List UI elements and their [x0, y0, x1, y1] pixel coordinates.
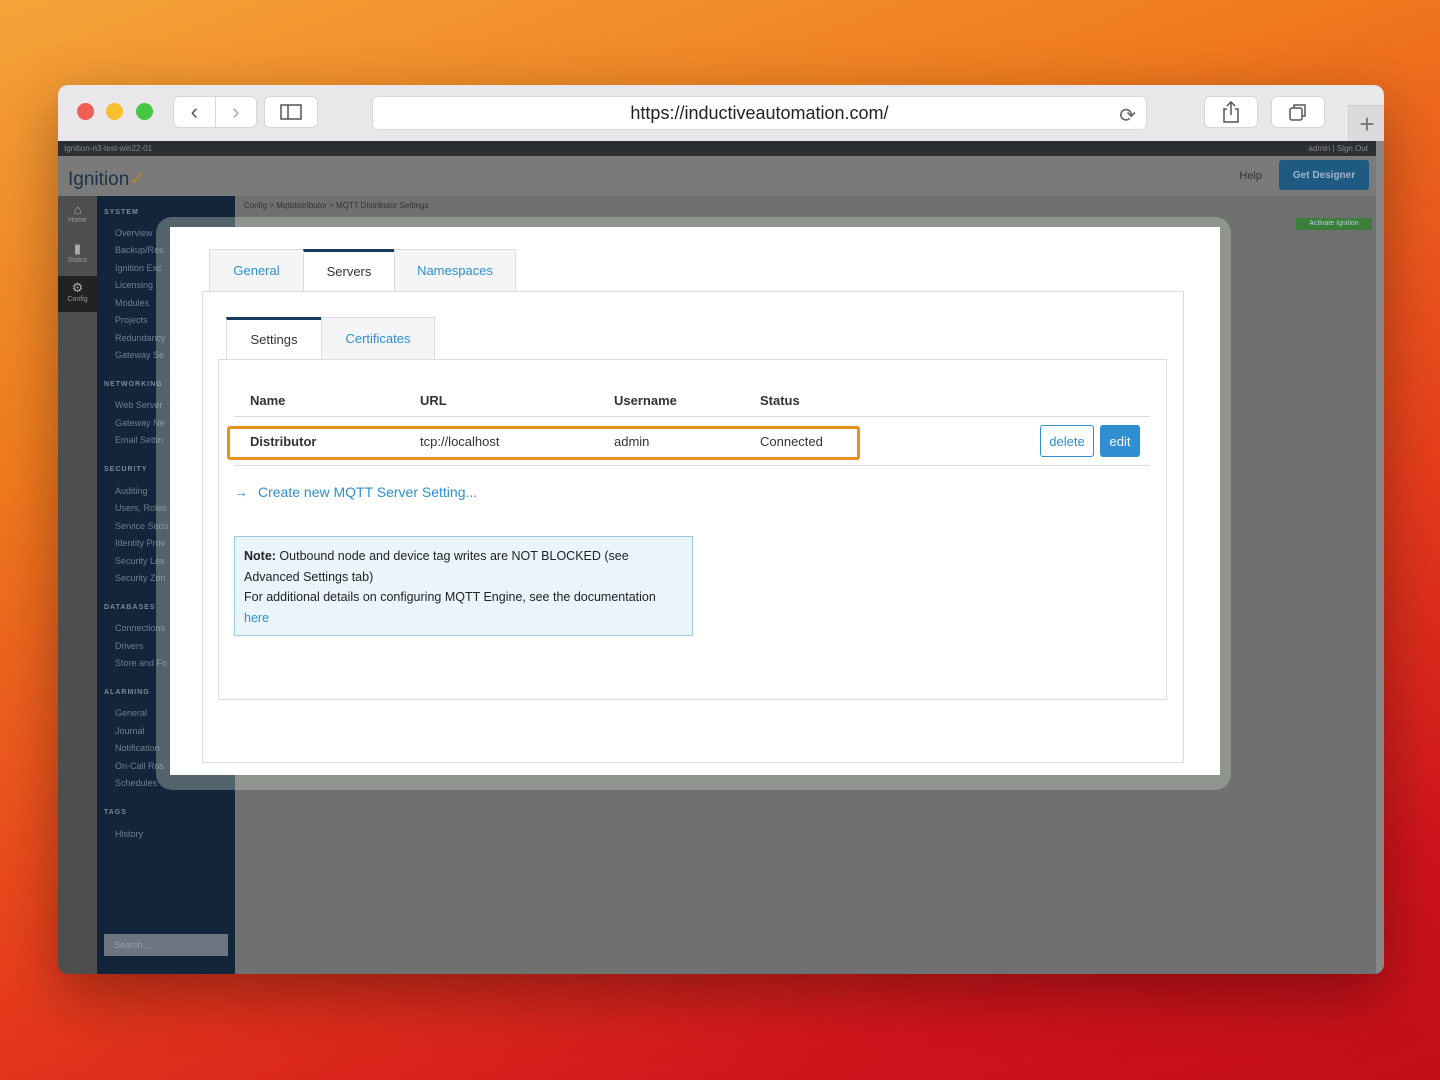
nav-item[interactable]: Drivers: [115, 641, 144, 651]
subtab-content-box: [218, 359, 1167, 700]
nav-section-tags: TAGS: [104, 809, 127, 816]
address-bar[interactable]: https://inductiveautomation.com/ ⟳: [372, 96, 1147, 130]
create-server-link[interactable]: →Create new MQTT Server Setting...: [234, 484, 477, 500]
nav-item[interactable]: Auditing: [115, 486, 148, 496]
page-scrollbar[interactable]: [1376, 141, 1384, 974]
nav-section-security: SECURITY: [104, 466, 147, 473]
tab-namespaces[interactable]: Namespaces: [394, 249, 516, 291]
nav-item[interactable]: Overview: [115, 228, 153, 238]
rail-home[interactable]: ⌂Home: [58, 202, 97, 224]
rail-config[interactable]: ⚙Config: [58, 276, 97, 312]
tab-servers[interactable]: Servers: [303, 249, 395, 291]
nav-item[interactable]: History: [115, 829, 143, 839]
user-signout[interactable]: admin | Sign Out: [1309, 144, 1368, 153]
icon-rail: ⌂Home ▮Status ⚙Config: [58, 196, 97, 974]
arrow-right-icon: →: [234, 484, 248, 500]
get-designer-button[interactable]: Get Designer: [1279, 160, 1369, 190]
nav-item[interactable]: Licensing: [115, 280, 153, 290]
note-label: Note:: [244, 549, 276, 563]
sidebar-toggle-button[interactable]: [264, 96, 318, 128]
status-chart-icon: ▮: [58, 241, 97, 257]
close-window-button[interactable]: [77, 103, 94, 120]
nav-section-networking: NETWORKING: [104, 381, 163, 388]
note-line-1: Outbound node and device tag writes are …: [244, 549, 629, 584]
header-divider: [234, 416, 1150, 417]
col-header-status: Status: [760, 393, 800, 408]
col-header-name: Name: [250, 393, 285, 408]
share-button[interactable]: [1204, 96, 1258, 128]
gateway-top-strip: Ignition-n3-test-win22-01 admin | Sign O…: [58, 141, 1384, 156]
share-icon: [1222, 101, 1240, 123]
activate-ignition-button[interactable]: Activate Ignition: [1296, 218, 1372, 230]
forward-button[interactable]: ›: [215, 97, 257, 127]
browser-toolbar: ‹ › https://inductiveautomation.com/ ⟳ +: [58, 85, 1384, 142]
subtab-settings[interactable]: Settings: [226, 317, 322, 359]
back-button[interactable]: ‹: [174, 97, 215, 127]
gateway-hostname: Ignition-n3-test-win22-01: [64, 144, 152, 153]
sidebar-icon: [280, 104, 302, 120]
nav-item[interactable]: General: [115, 708, 147, 718]
nav-item[interactable]: Notification: [115, 743, 160, 753]
gear-icon: ⚙: [58, 280, 97, 296]
nav-section-alarming: ALARMING: [104, 689, 150, 696]
url-text: https://inductiveautomation.com/: [630, 103, 888, 124]
subtab-certificates[interactable]: Certificates: [321, 317, 435, 359]
col-header-url: URL: [420, 393, 447, 408]
home-icon: ⌂: [58, 202, 97, 217]
tabs-icon: [1288, 102, 1308, 122]
ignition-logo: Ignition✓: [68, 168, 145, 191]
nav-section-databases: DATABASES: [104, 604, 156, 611]
nav-item[interactable]: Journal: [115, 726, 145, 736]
row-divider: [234, 465, 1150, 466]
note-box: Note: Outbound node and device tag write…: [234, 536, 693, 636]
nav-search-input[interactable]: Search...: [104, 934, 228, 956]
browser-window: ‹ › https://inductiveautomation.com/ ⟳ +…: [58, 85, 1384, 974]
edit-button[interactable]: edit: [1100, 425, 1140, 457]
history-nav: ‹ ›: [173, 96, 257, 128]
tab-general[interactable]: General: [209, 249, 304, 291]
note-line-2: For additional details on configuring MQ…: [244, 590, 656, 604]
nav-item[interactable]: Schedules: [115, 778, 157, 788]
breadcrumb: Config > Mqttdistributor > MQTT Distribu…: [244, 201, 428, 210]
maximize-window-button[interactable]: [136, 103, 153, 120]
nav-section-system: SYSTEM: [104, 209, 139, 216]
new-tab-button[interactable]: +: [1348, 105, 1384, 142]
nav-item[interactable]: Ignition Exc: [115, 263, 162, 273]
nav-item[interactable]: Modules: [115, 298, 149, 308]
col-header-username: Username: [614, 393, 677, 408]
gateway-header: Ignition✓ Help Get Designer: [58, 156, 1384, 196]
delete-button[interactable]: delete: [1040, 425, 1094, 457]
documentation-link[interactable]: here: [244, 611, 269, 625]
tab-overview-button[interactable]: [1271, 96, 1325, 128]
nav-item[interactable]: Projects: [115, 315, 148, 325]
mqtt-settings-panel: General Servers Namespaces Settings Cert…: [170, 227, 1220, 775]
help-link[interactable]: Help: [1239, 170, 1262, 182]
reload-icon[interactable]: ⟳: [1119, 103, 1136, 128]
rail-status[interactable]: ▮Status: [58, 241, 97, 264]
minimize-window-button[interactable]: [106, 103, 123, 120]
row-highlight: [227, 426, 860, 460]
